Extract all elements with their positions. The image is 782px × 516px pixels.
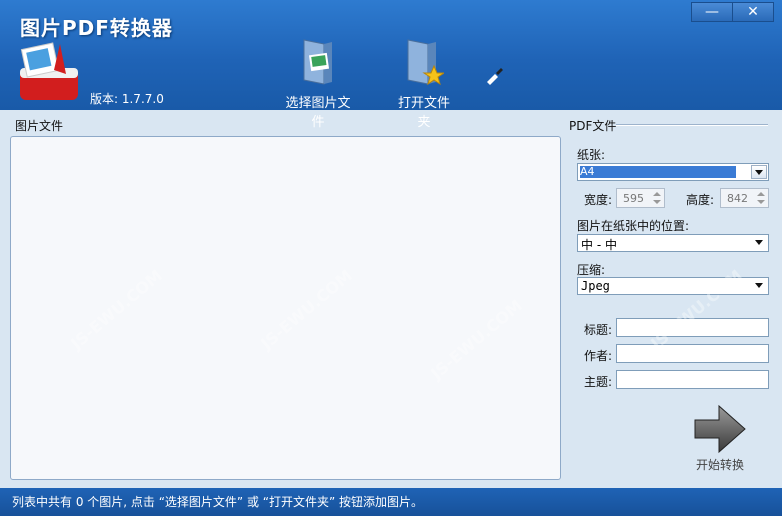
title-input[interactable] xyxy=(616,318,769,337)
section-divider xyxy=(616,124,768,126)
app-title: 图片PDF转换器 xyxy=(20,16,173,40)
chevron-down-icon xyxy=(755,283,763,288)
height-value: 842 xyxy=(727,192,748,205)
status-text: 列表中共有 0 个图片, 点击 “选择图片文件” 或 “打开文件夹” 按钮添加图… xyxy=(12,495,424,509)
brush-icon[interactable] xyxy=(483,64,505,86)
header-bar: 图片PDF转换器 版本: 1.7.7.0 — ✕ 选择图片文件 打开文件夹 xyxy=(0,0,782,130)
app-logo-icon xyxy=(20,42,78,100)
arrow-right-icon xyxy=(694,404,746,454)
position-select[interactable]: 中 - 中 xyxy=(577,234,769,252)
spin-up-icon[interactable] xyxy=(757,192,765,196)
author-input[interactable] xyxy=(616,344,769,363)
paper-value: A4 xyxy=(580,166,736,178)
paper-label: 纸张: xyxy=(577,148,606,162)
folder-star-icon xyxy=(407,39,446,86)
compression-select[interactable]: Jpeg xyxy=(577,277,769,295)
image-list[interactable] xyxy=(10,136,561,480)
version-label: 版本: 1.7.7.0 xyxy=(90,92,164,106)
author-label: 作者: xyxy=(584,349,613,363)
position-label: 图片在纸张中的位置: xyxy=(577,219,690,233)
chevron-down-icon xyxy=(755,240,763,245)
height-stepper[interactable]: 842 xyxy=(720,188,769,208)
title-label: 标题: xyxy=(584,323,613,337)
image-folder-icon xyxy=(303,39,332,85)
compression-value: Jpeg xyxy=(581,279,610,293)
subject-label: 主题: xyxy=(584,375,613,389)
spin-down-icon[interactable] xyxy=(653,200,661,204)
open-folder-button[interactable]: 打开文件夹 xyxy=(392,36,456,130)
minimize-button[interactable]: — xyxy=(691,2,733,22)
select-images-label: 选择图片文件 xyxy=(285,96,351,130)
image-files-label: 图片文件 xyxy=(15,119,64,133)
spin-down-icon[interactable] xyxy=(757,200,765,204)
select-images-button[interactable]: 选择图片文件 xyxy=(280,36,356,130)
width-value: 595 xyxy=(623,192,644,205)
close-icon: ✕ xyxy=(747,4,759,20)
open-folder-label: 打开文件夹 xyxy=(397,96,450,130)
start-convert-button[interactable]: 开始转换 xyxy=(692,402,748,474)
height-label: 高度: xyxy=(686,193,715,207)
compression-label: 压缩: xyxy=(577,263,606,277)
status-bar: 列表中共有 0 个图片, 点击 “选择图片文件” 或 “打开文件夹” 按钮添加图… xyxy=(0,488,782,516)
paper-select[interactable]: A4 xyxy=(577,163,769,181)
width-stepper[interactable]: 595 xyxy=(616,188,665,208)
subject-input[interactable] xyxy=(616,370,769,389)
minimize-icon: — xyxy=(705,4,719,20)
width-label: 宽度: xyxy=(584,193,613,207)
spin-up-icon[interactable] xyxy=(653,192,661,196)
position-value: 中 - 中 xyxy=(581,238,617,252)
close-button[interactable]: ✕ xyxy=(733,2,774,22)
pdf-file-label: PDF文件 xyxy=(569,119,617,133)
start-convert-label: 开始转换 xyxy=(695,458,744,472)
chevron-down-icon xyxy=(755,170,763,175)
